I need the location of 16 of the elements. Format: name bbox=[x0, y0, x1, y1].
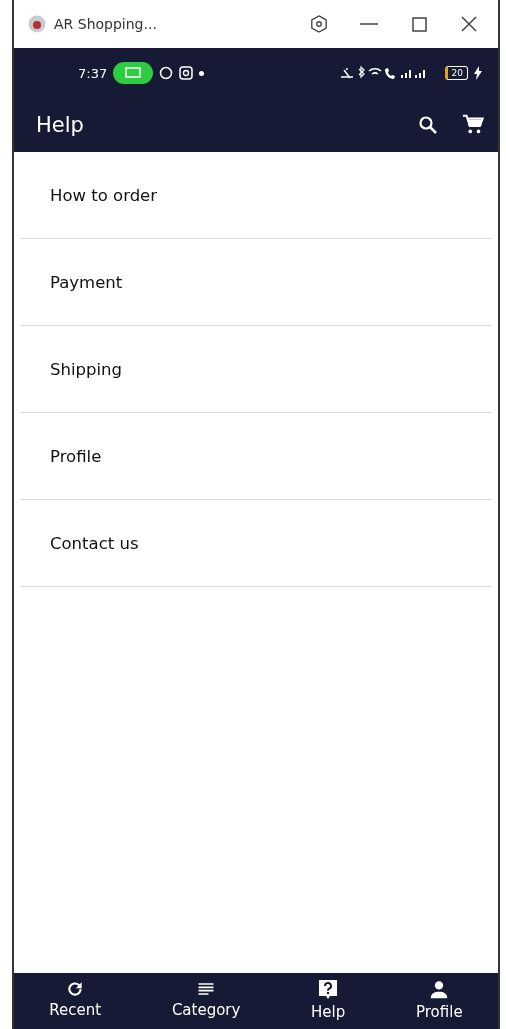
window-title: AR Shopping... bbox=[54, 16, 158, 32]
page-title: Help bbox=[36, 113, 85, 137]
battery-level: 20 bbox=[444, 66, 468, 80]
screen-cast-icon bbox=[113, 62, 154, 84]
camera-icon bbox=[179, 66, 194, 80]
app-logo-icon bbox=[28, 15, 46, 33]
charging-icon bbox=[474, 66, 482, 80]
nav-tab[interactable]: Recent bbox=[43, 979, 108, 1019]
nav-tab[interactable]: Category bbox=[165, 979, 247, 1019]
cart-icon[interactable] bbox=[462, 114, 484, 136]
status-time: 7:37 bbox=[78, 65, 108, 81]
search-icon[interactable] bbox=[418, 115, 438, 135]
dot-icon bbox=[199, 70, 205, 76]
nav-tab[interactable]: Help bbox=[305, 979, 352, 1021]
help-icon bbox=[318, 979, 339, 1001]
nav-tab[interactable]: Profile bbox=[410, 979, 469, 1021]
